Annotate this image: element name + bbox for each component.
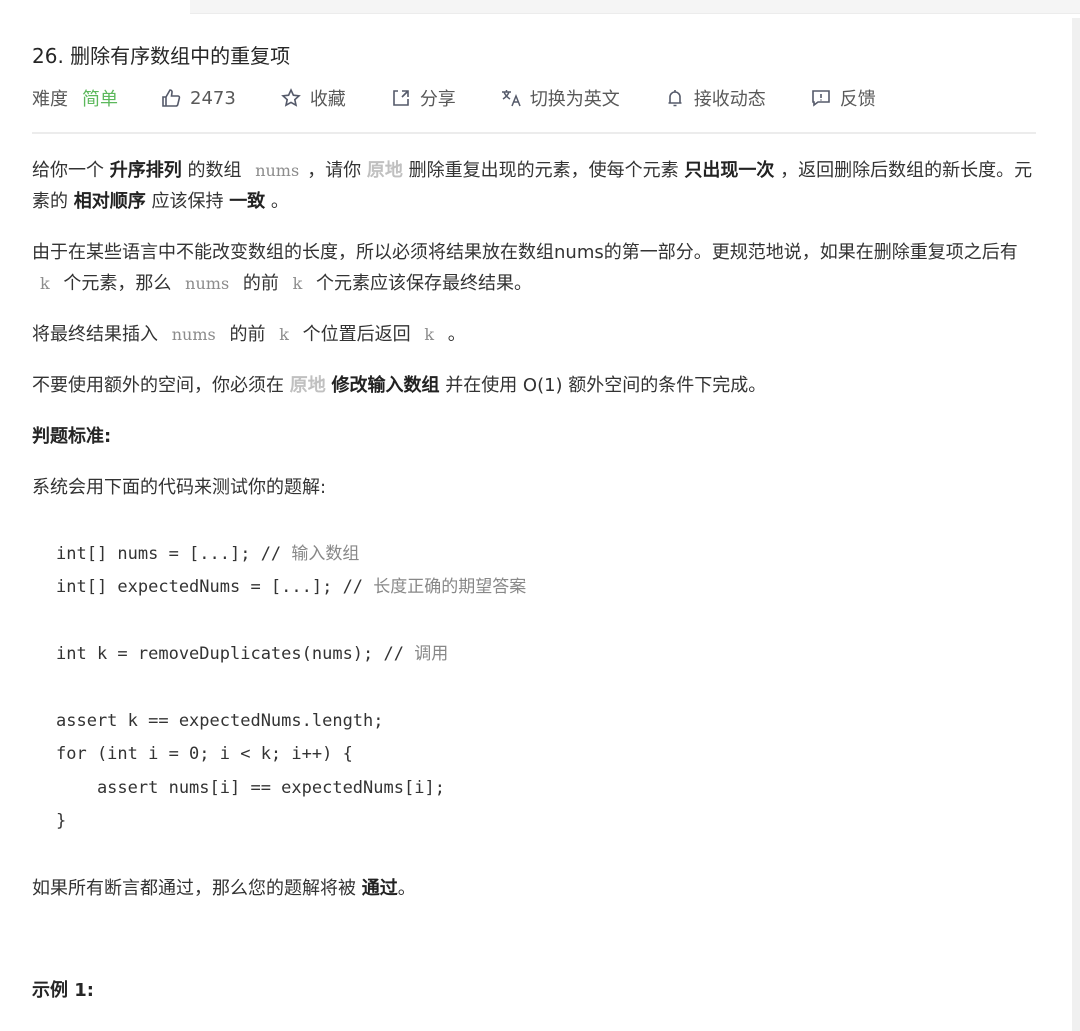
paragraph-2: 由于在某些语言中不能改变数组的长度，所以必须将结果放在数组nums的第一部分。更… xyxy=(32,237,1036,299)
text: ，请你 xyxy=(307,160,367,181)
feedback-label: 反馈 xyxy=(839,89,876,110)
code-line: assert k == expectedNums.length; xyxy=(56,711,384,732)
text: 个元素，那么 xyxy=(57,273,178,294)
code-line: int[] expectedNums = [...]; // 长度正确的期望答案 xyxy=(56,577,527,598)
pass-statement: 如果所有断言都通过，那么您的题解将被 通过。 xyxy=(32,874,416,900)
judge-intro: 系统会用下面的代码来测试你的题解: xyxy=(32,477,327,498)
text: 的前 xyxy=(223,324,272,345)
share-icon xyxy=(390,87,412,109)
paragraph-1: 给你一个 升序排列 的数组 nums ，请你 原地 删除重复出现的元素，使每个元素… xyxy=(32,155,1036,217)
difficulty-badge: 简单 xyxy=(82,89,118,110)
text: 个元素应该保存最终结果。 xyxy=(310,273,533,294)
link-in-place[interactable]: 原地 xyxy=(290,375,326,396)
example-heading: 示例 1: xyxy=(32,980,94,1001)
text: 不要使用额外的空间，你必须在 xyxy=(32,375,290,396)
inline-code: nums xyxy=(171,325,216,344)
inline-code: nums xyxy=(185,274,230,293)
text: 由于在某些语言中不能改变数组的长度，所以必须将结果放在数组nums的第一部分。更… xyxy=(32,242,1018,263)
star-icon xyxy=(280,87,302,109)
text: 个位置后返回 xyxy=(296,324,417,345)
feedback-button[interactable]: 反馈 xyxy=(810,85,876,111)
text: 给你一个 xyxy=(32,160,110,181)
text: 应该保持 xyxy=(145,191,230,212)
bold-text: 升序排列 xyxy=(109,160,182,181)
bold-text: 一致 xyxy=(229,191,266,212)
inline-code: k xyxy=(40,274,50,293)
divider xyxy=(32,132,1036,134)
inline-code: nums xyxy=(255,161,300,180)
inline-code: k xyxy=(279,325,289,344)
code-line: } xyxy=(56,811,67,832)
feedback-icon xyxy=(810,87,832,109)
thumbs-up-icon xyxy=(160,87,182,109)
inline-code: k xyxy=(292,274,303,293)
text: 。 xyxy=(442,324,466,345)
share-label: 分享 xyxy=(419,89,456,110)
translate-button[interactable]: 切换为英文 xyxy=(500,85,620,111)
bold-text: 只出现一次 xyxy=(684,160,775,181)
subscribe-label: 接收动态 xyxy=(693,89,766,110)
paragraph-3: 将最终结果插入 nums 的前 k 个位置后返回 k 。 xyxy=(32,319,1036,350)
code-line: int[] nums = [...]; // 输入数组 xyxy=(56,544,360,564)
text: 。 xyxy=(397,878,416,899)
bold-text: 通过 xyxy=(361,878,398,899)
link-in-place[interactable]: 原地 xyxy=(367,160,403,181)
translate-icon xyxy=(500,87,522,109)
inline-code: k xyxy=(424,325,435,344)
favorite-button[interactable]: 收藏 xyxy=(280,85,346,111)
problem-meta-bar: 难度 简单 2473 收藏 分享 切换为英文 接收动态 反馈 xyxy=(32,84,920,112)
text: 的前 xyxy=(237,273,285,294)
favorite-label: 收藏 xyxy=(309,89,346,110)
share-button[interactable]: 分享 xyxy=(390,85,456,111)
like-button[interactable]: 2473 xyxy=(160,87,236,109)
bold-text: 相对顺序 xyxy=(73,191,146,212)
problem-title: 26. 删除有序数组中的重复项 xyxy=(32,44,291,68)
bold-text: 修改输入数组 xyxy=(331,375,440,396)
top-bar xyxy=(190,0,1080,14)
text: 。 xyxy=(265,191,289,212)
scrollbar[interactable] xyxy=(1072,18,1080,1031)
judge-heading: 判题标准: xyxy=(32,426,112,447)
code-block: int[] nums = [...]; // 输入数组 int[] expecte… xyxy=(56,538,526,839)
description-body: 给你一个 升序排列 的数组 nums ，请你 原地 删除重复出现的元素，使每个元素… xyxy=(32,155,1036,523)
paragraph-4: 不要使用额外的空间，你必须在 原地 修改输入数组 并在使用 O(1) 额外空间的… xyxy=(32,370,1036,401)
bell-icon xyxy=(664,87,686,109)
text: 将最终结果插入 xyxy=(32,324,164,345)
code-line: for (int i = 0; i < k; i++) { xyxy=(56,744,353,765)
text: 删除重复出现的元素，使每个元素 xyxy=(402,160,685,181)
text: 的数组 xyxy=(181,160,248,181)
difficulty-label: 难度 xyxy=(32,89,68,110)
text: 并在使用 O(1) 额外空间的条件下完成。 xyxy=(439,375,767,396)
subscribe-button[interactable]: 接收动态 xyxy=(664,85,766,111)
text: 如果所有断言都通过，那么您的题解将被 xyxy=(32,878,362,899)
translate-label: 切换为英文 xyxy=(529,89,620,110)
code-line: assert nums[i] == expectedNums[i]; xyxy=(56,777,445,798)
code-line: int k = removeDuplicates(nums); // 调用 xyxy=(56,644,449,665)
like-count: 2473 xyxy=(190,87,236,109)
